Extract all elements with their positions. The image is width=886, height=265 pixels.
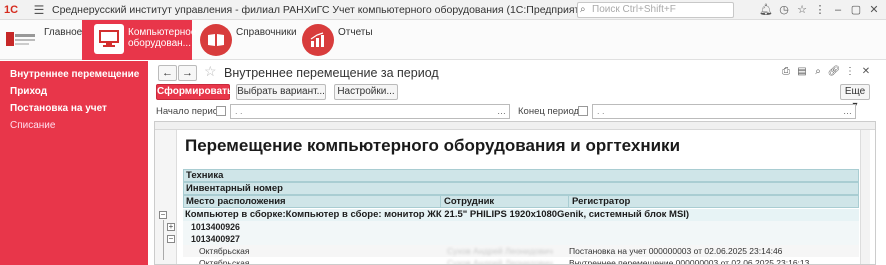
cell-registrar[interactable]: Постановка на учет 000000003 от 02.06.20…: [569, 245, 782, 257]
cell-registrar[interactable]: Внутреннее перемещение 000000003 от 02.0…: [569, 257, 809, 264]
report-grouping-strip: [155, 130, 177, 264]
section-main-label: Главное: [44, 27, 83, 38]
header-registrar: Регистратор: [572, 196, 631, 207]
header-employee: Сотрудник: [444, 196, 495, 207]
section-computers[interactable]: Компьютерное оборудован...: [82, 20, 197, 60]
form-toolbar-icons: ⎙ ▤ ⌕ 🔗︎ ⋮ ✕: [778, 65, 874, 79]
table-row: Октябрьская Сухов Андрей Леонидович Пост…: [183, 245, 859, 257]
section-computers-label: Компьютерное оборудован...: [128, 27, 197, 49]
save-icon[interactable]: ▤: [794, 65, 810, 79]
section-references-label: Справочники: [236, 27, 297, 38]
nav-item-writeoff[interactable]: Списание: [10, 120, 55, 131]
inventory-number: 1013400926: [191, 222, 240, 232]
sections-panel: Главное Компьютерное оборудован... Справ…: [0, 20, 886, 60]
collapse-toggle-icon[interactable]: −: [159, 211, 167, 219]
preview-icon[interactable]: ⌕: [810, 65, 826, 79]
inventory-row: 1013400927: [183, 233, 859, 245]
period-start-checkbox[interactable]: [216, 106, 226, 116]
header-inventory: Инвентарный номер: [186, 183, 283, 194]
menu-icon[interactable]: ⋮: [811, 3, 829, 17]
bell-icon[interactable]: 🔔︎: [757, 3, 775, 17]
choose-variant-button[interactable]: Выбрать вариант...: [236, 84, 326, 100]
history-icon[interactable]: ◷: [775, 3, 793, 17]
close-icon[interactable]: ✕: [865, 3, 883, 17]
chart-icon: [302, 24, 334, 56]
calendar-icon[interactable]: …: [843, 105, 852, 118]
ranepa-logo: [6, 28, 36, 50]
section-main[interactable]: Главное: [44, 20, 82, 60]
search-icon: ⌕: [580, 4, 586, 15]
period-start-field[interactable]: . . …: [230, 104, 510, 119]
period-end-value: . .: [597, 106, 605, 116]
nav-item-registration[interactable]: Постановка на учет: [10, 103, 107, 114]
period-end-label: Конец периода:: [518, 106, 587, 117]
search-placeholder: Поиск Ctrl+Shift+F: [592, 4, 676, 15]
computer-icon: [94, 24, 124, 54]
more-button[interactable]: Еще ▾: [840, 84, 870, 111]
header-separator: [568, 196, 569, 208]
header-row-technique: Техника: [183, 169, 859, 182]
link-icon[interactable]: 🔗︎: [826, 65, 842, 79]
header-location: Место расположения: [186, 196, 286, 207]
collapse-toggle-icon[interactable]: −: [167, 235, 175, 243]
forward-button[interactable]: →: [178, 65, 197, 81]
group-label: Компьютер в сборке:Компьютер в сборе: мо…: [185, 209, 690, 220]
expand-toggle-icon[interactable]: +: [167, 223, 175, 231]
nav-item-income[interactable]: Приход: [10, 86, 47, 97]
period-start-value: . .: [235, 106, 243, 116]
title-bar: 1С ☰ Среднерусский институт управления -…: [0, 0, 886, 20]
cell-employee: Сухов Андрей Леонидович: [447, 258, 553, 265]
more-button-label: Еще: [844, 86, 866, 97]
report-form: ← → ☆ Внутреннее перемещение за период ⎙…: [148, 61, 886, 265]
main-menu-icon[interactable]: ☰: [32, 3, 46, 17]
left-nav: Внутреннее перемещение Приход Постановка…: [0, 61, 148, 265]
book-icon: [200, 24, 232, 56]
report-spreadsheet[interactable]: Перемещение компьютерного оборудования и…: [154, 121, 876, 265]
back-button[interactable]: ←: [158, 65, 177, 81]
inventory-row: 1013400926: [183, 221, 859, 233]
search-input[interactable]: ⌕ Поиск Ctrl+Shift+F: [577, 2, 734, 18]
period-end-field[interactable]: . . …: [592, 104, 856, 119]
nav-item-internal-move[interactable]: Внутреннее перемещение: [10, 69, 139, 80]
header-technique: Техника: [186, 170, 224, 181]
form-title: Внутреннее перемещение за период: [224, 66, 439, 80]
1c-logo: 1С: [4, 3, 19, 16]
restore-icon[interactable]: ▢: [847, 3, 865, 17]
header-row-columns: Место расположения Сотрудник Регистратор: [183, 195, 859, 208]
cell-employee: Сухов Андрей Леонидович: [447, 246, 553, 256]
group-row: Компьютер в сборке:Компьютер в сборе: мо…: [183, 209, 859, 221]
report-scrollbar[interactable]: [860, 130, 870, 264]
section-references[interactable]: Справочники: [200, 20, 297, 60]
more-icon[interactable]: ⋮: [842, 65, 858, 79]
section-reports-label: Отчеты: [338, 27, 373, 38]
tree-line: [163, 220, 164, 260]
favorite-star-icon[interactable]: ☆: [204, 63, 217, 80]
table-row: Октябрьская Сухов Андрей Леонидович Внут…: [183, 257, 859, 265]
settings-button[interactable]: Настройки...: [334, 84, 398, 100]
inventory-number: 1013400927: [191, 234, 240, 244]
minimize-icon[interactable]: –: [829, 3, 847, 17]
generate-button[interactable]: Сформировать: [156, 84, 233, 100]
cell-location: Октябрьская: [199, 258, 250, 265]
section-reports[interactable]: Отчеты: [302, 20, 373, 60]
report-title: Перемещение компьютерного оборудования и…: [185, 136, 681, 155]
star-icon[interactable]: ☆: [793, 3, 811, 17]
close-form-icon[interactable]: ✕: [858, 65, 874, 79]
cell-location: Октябрьская: [199, 246, 250, 256]
window-controls: 🔔︎ ◷ ☆ ⋮ – ▢ ✕: [757, 3, 883, 17]
report-ruler: [155, 122, 875, 130]
header-row-inventory: Инвентарный номер: [183, 182, 859, 195]
print-icon[interactable]: ⎙: [778, 65, 794, 79]
header-separator: [440, 196, 441, 208]
period-end-checkbox[interactable]: [578, 106, 588, 116]
calendar-icon[interactable]: …: [497, 105, 506, 118]
